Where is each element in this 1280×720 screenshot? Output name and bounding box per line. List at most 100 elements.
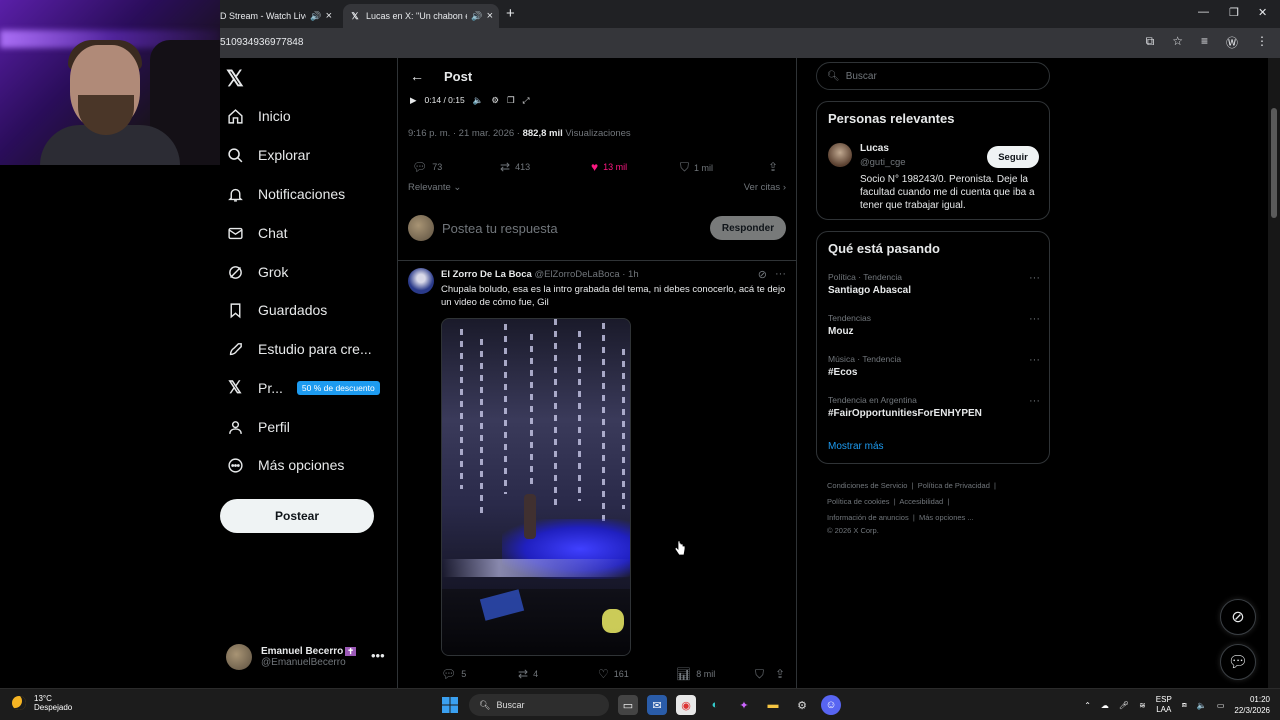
maximize-button[interactable]: ❐ — [1229, 6, 1239, 19]
nav-item-guardados[interactable]: Guardados — [226, 296, 327, 324]
cookies-link[interactable]: Política de cookies — [827, 497, 890, 506]
like-action[interactable]: ♥ 13 mil — [591, 160, 627, 174]
reply-input[interactable]: Postea tu respuesta — [442, 221, 710, 236]
trend-item[interactable]: Política · Tendencia Santiago Abascal ··… — [828, 272, 1040, 296]
nav-item-perfil[interactable]: Perfil — [226, 413, 290, 441]
volume-icon[interactable]: 🔈 — [1197, 701, 1207, 710]
reply-button[interactable]: Responder — [710, 216, 786, 240]
network-icon[interactable]: ⧈ — [1182, 700, 1187, 710]
messages-fab-button[interactable]: 💬︎ — [1220, 644, 1256, 680]
media-control-icon[interactable]: ≡ — [1201, 34, 1208, 51]
taskbar-search[interactable]: 🔍︎ Buscar — [469, 694, 609, 716]
grok-icon[interactable]: ⊘ — [758, 268, 767, 281]
tweet-video[interactable] — [441, 318, 631, 656]
fullscreen-icon[interactable]: ⤢ — [523, 95, 530, 106]
browser-tab-stream[interactable]: D Stream - Watch Live o 🔊 × — [214, 4, 338, 28]
share-action[interactable]: ⇪ — [768, 160, 778, 174]
like-action[interactable]: ♡ 161 — [598, 667, 629, 681]
reply-action[interactable]: 💬︎ 5 — [441, 667, 466, 681]
menu-kebab-icon[interactable]: ⋮ — [1256, 34, 1268, 51]
back-arrow-icon[interactable]: ← — [410, 68, 424, 84]
more-dots-icon[interactable]: ··· — [1029, 272, 1040, 284]
steam-icon[interactable]: ⚙ — [792, 695, 812, 715]
weather-widget[interactable]: 13°C Despejado — [12, 694, 72, 712]
task-view-icon[interactable]: ▭ — [618, 695, 638, 715]
trend-item[interactable]: Tendencias Mouz ··· — [828, 313, 1040, 337]
nav-item-grok[interactable]: Grok — [226, 258, 288, 286]
minimize-button[interactable]: — — [1198, 6, 1209, 18]
more-dots-icon[interactable]: ··· — [1029, 313, 1040, 325]
chevron-up-icon[interactable]: ⌃ — [1084, 701, 1091, 710]
person-handle[interactable]: @guti_cge — [860, 157, 906, 168]
volume-icon[interactable]: 🔈 — [473, 95, 484, 106]
close-tab-icon[interactable]: × — [487, 10, 493, 22]
language-indicator[interactable]: ESP LAA — [1156, 695, 1172, 715]
page-scrollbar[interactable] — [1268, 58, 1280, 688]
discord-icon[interactable]: ☺ — [821, 695, 841, 715]
view-quotes-link[interactable]: Ver citas › — [744, 182, 786, 193]
edge-icon[interactable]: ◐ — [705, 695, 725, 715]
privacy-link[interactable]: Política de Privacidad — [918, 481, 990, 490]
url-text[interactable]: 510934936977848 — [220, 37, 303, 48]
more-options-link[interactable]: Más opciones ... — [919, 513, 974, 522]
close-window-button[interactable]: ✕ — [1258, 6, 1267, 19]
chrome-icon[interactable]: ◉ — [676, 695, 696, 715]
bookmark-star-icon[interactable]: ☆ — [1172, 34, 1183, 51]
extension-icon[interactable]: Ⓦ — [1226, 34, 1238, 51]
nav-item-mas-opciones[interactable]: Más opciones — [226, 451, 344, 479]
post-timestamp[interactable]: 9:16 p. m. · 21 mar. 2026 · — [408, 128, 520, 139]
windows-start-icon[interactable] — [440, 695, 460, 715]
more-dots-icon[interactable]: ··· — [1029, 354, 1040, 366]
settings-icon[interactable]: ⚙ — [491, 95, 499, 106]
share-action[interactable]: ⇪ — [775, 667, 785, 681]
grok-fab-button[interactable]: ⊘ — [1220, 599, 1256, 635]
nav-item-notificaciones[interactable]: Notificaciones — [226, 180, 345, 208]
cloud-icon[interactable]: ☁ — [1101, 701, 1109, 710]
nav-item-explorar[interactable]: Explorar — [226, 141, 310, 169]
trend-item[interactable]: Música · Tendencia #Ecos ··· — [828, 354, 1040, 378]
more-dots-icon[interactable]: ••• — [371, 648, 385, 663]
cast-icon[interactable]: ⧉ — [1146, 34, 1155, 51]
browser-tab-x-post[interactable]: 𝕏 Lucas en X: "Un chabon est 🔊 × — [343, 4, 499, 28]
file-explorer-icon[interactable]: ▬ — [763, 695, 783, 715]
wifi-icon[interactable]: ≋ — [1139, 701, 1146, 710]
search-input[interactable]: 🔍︎ Buscar — [816, 62, 1050, 90]
ads-info-link[interactable]: Información de anuncios — [827, 513, 909, 522]
account-switcher[interactable]: Emanuel Becerro ✝ @EmanuelBecerro ••• — [226, 644, 385, 670]
nav-item-estudio[interactable]: Estudio para cre... — [226, 335, 372, 363]
nav-item-inicio[interactable]: Inicio — [226, 102, 291, 130]
copilot-icon[interactable]: ✦ — [734, 695, 754, 715]
terms-link[interactable]: Condiciones de Servicio — [827, 481, 907, 490]
tweet-author-handle[interactable]: @ElZorroDeLaBoca — [534, 269, 619, 280]
new-tab-button[interactable]: + — [506, 5, 515, 22]
scrollbar-thumb[interactable] — [1271, 108, 1277, 218]
repost-action[interactable]: ⇄ 4 — [518, 667, 538, 681]
tweet-author-name[interactable]: El Zorro De La Boca — [441, 269, 532, 280]
views-action[interactable]: 📊︎ 8 mil — [676, 667, 715, 681]
pip-icon[interactable]: ❐ — [507, 95, 515, 106]
follow-button[interactable]: Seguir — [987, 146, 1039, 168]
bookmark-action[interactable]: ⛉ — [755, 667, 764, 682]
accessibility-link[interactable]: Accesibilidad — [899, 497, 943, 506]
bookmark-action[interactable]: ⛉ 1 mil — [680, 160, 713, 175]
tweet-time[interactable]: · 1h — [622, 269, 638, 280]
close-tab-icon[interactable]: × — [326, 10, 332, 22]
more-dots-icon[interactable]: ··· — [1029, 395, 1040, 407]
clock[interactable]: 01:20 22/3/2026 — [1234, 694, 1270, 716]
avatar[interactable] — [828, 143, 852, 167]
reply-action[interactable]: 💬︎ 73 — [412, 160, 442, 174]
sort-dropdown[interactable]: Relevante ⌄ — [408, 182, 461, 193]
person-name[interactable]: Lucas — [860, 143, 889, 154]
avatar[interactable] — [408, 268, 434, 294]
trend-item[interactable]: Tendencia en Argentina #FairOpportunitie… — [828, 395, 1040, 419]
nav-item-chat[interactable]: Chat — [226, 219, 288, 247]
post-button[interactable]: Postear — [220, 499, 374, 533]
battery-icon[interactable]: ▭ — [1217, 701, 1225, 710]
mail-app-icon[interactable]: ✉ — [647, 695, 667, 715]
show-more-link[interactable]: Mostrar más — [828, 441, 884, 452]
more-dots-icon[interactable]: ··· — [775, 268, 786, 281]
repost-action[interactable]: ⇄ 413 — [500, 160, 530, 174]
mic-icon[interactable]: 🎤︎ — [1119, 701, 1129, 710]
nav-item-premium[interactable]: 𝕏 Pr... 50 % de descuento — [226, 374, 380, 402]
x-logo-icon[interactable]: 𝕏 — [226, 66, 244, 92]
